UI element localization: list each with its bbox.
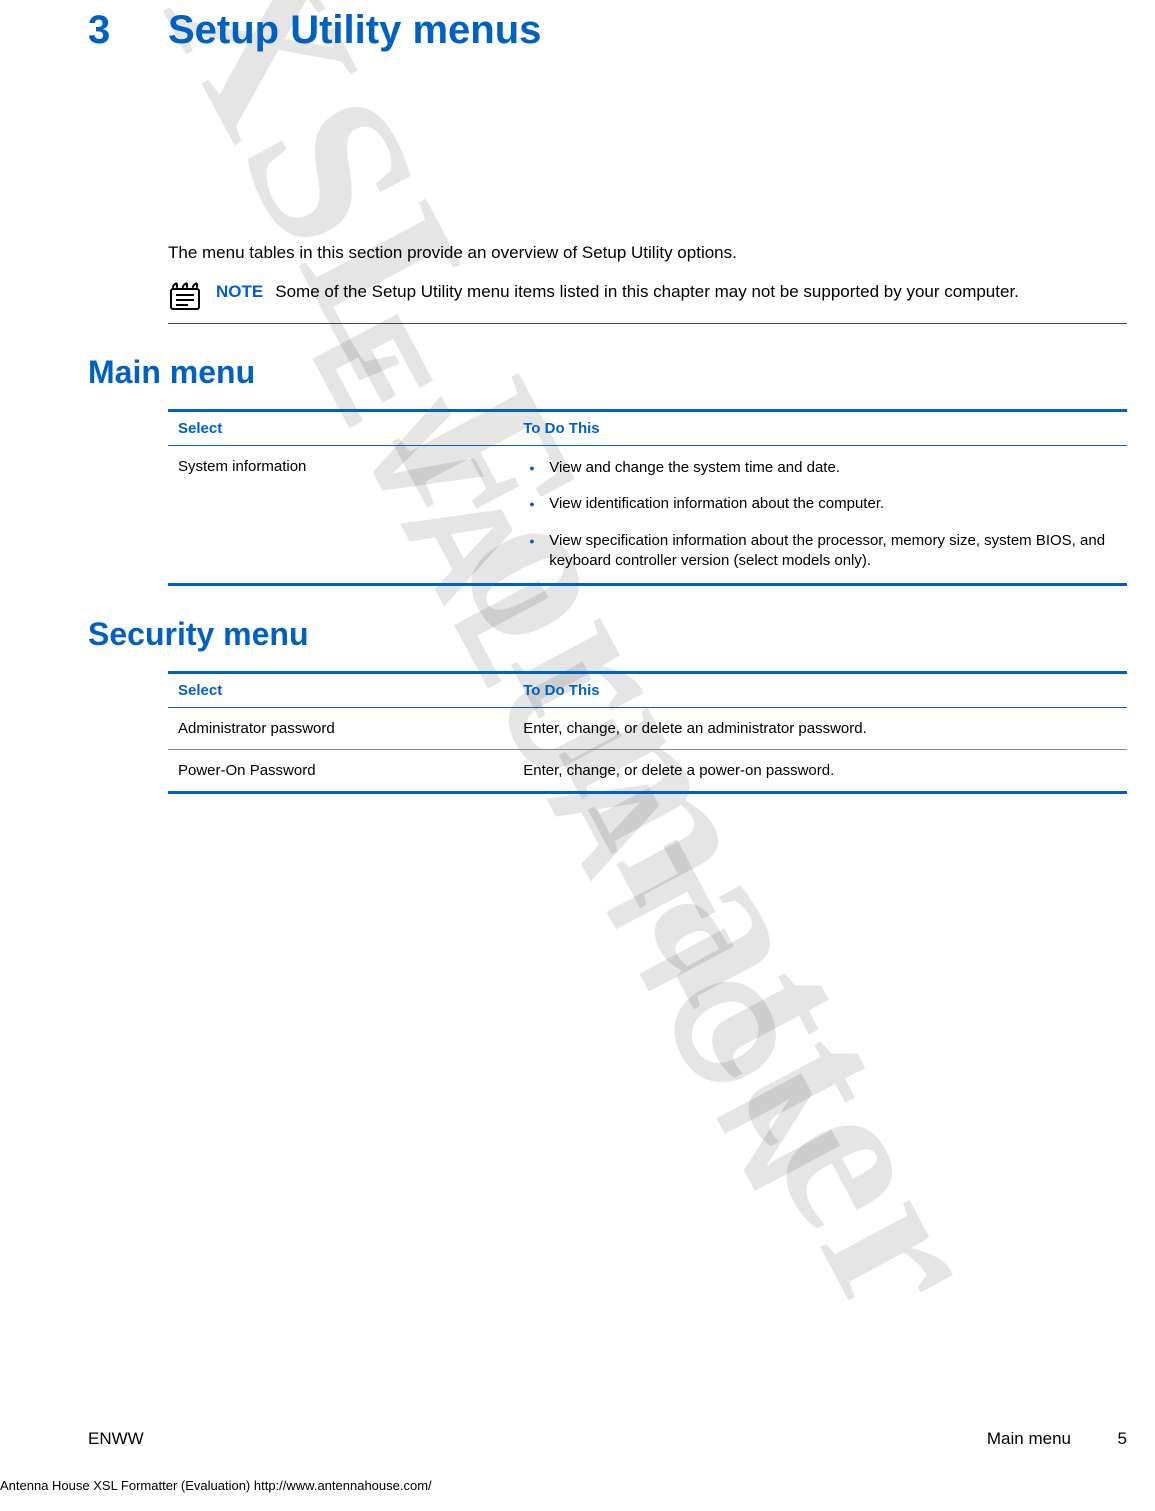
note-label: NOTE <box>216 282 263 301</box>
table-header-row: Select To Do This <box>168 411 1127 446</box>
col-todo: To Do This <box>513 673 1127 708</box>
section-heading-security-menu: Security menu <box>88 616 1155 653</box>
section-heading-main-menu: Main menu <box>88 354 1155 391</box>
cell-select: Power-On Password <box>168 750 513 793</box>
table-header-row: Select To Do This <box>168 673 1127 708</box>
cell-select: System information <box>168 446 513 585</box>
cell-todo: View and change the system time and date… <box>513 446 1127 585</box>
chapter-number: 3 <box>88 8 168 53</box>
main-menu-table: Select To Do This System information Vie… <box>168 409 1127 586</box>
table-row: System information View and change the s… <box>168 446 1127 585</box>
list-item: View specification information about the… <box>523 531 1117 572</box>
page-footer: ENWW Main menu 5 <box>88 1429 1127 1449</box>
note-body: Some of the Setup Utility menu items lis… <box>275 282 1019 301</box>
page: XSL Formatter EVALUATION 3Setup Utility … <box>0 0 1155 1511</box>
col-select: Select <box>168 673 513 708</box>
note-icon <box>168 281 202 311</box>
content: 3Setup Utility menus The menu tables in … <box>0 8 1155 794</box>
security-menu-table: Select To Do This Administrator password… <box>168 671 1127 794</box>
footer-section-label: Main menu <box>987 1429 1071 1449</box>
list-item: View and change the system time and date… <box>523 458 1117 478</box>
todo-list: View and change the system time and date… <box>523 458 1117 571</box>
note-text-container: NOTE Some of the Setup Utility menu items… <box>216 281 1019 304</box>
table-row: Power-On Password Enter, change, or dele… <box>168 750 1127 793</box>
table-row: Administrator password Enter, change, or… <box>168 708 1127 750</box>
chapter-name: Setup Utility menus <box>168 8 541 52</box>
footer-right: Main menu 5 <box>987 1429 1127 1449</box>
col-select: Select <box>168 411 513 446</box>
list-item: View identification information about th… <box>523 494 1117 514</box>
evaluation-footer: Antenna House XSL Formatter (Evaluation)… <box>0 1478 432 1493</box>
note-block: NOTE Some of the Setup Utility menu items… <box>168 281 1127 324</box>
col-todo: To Do This <box>513 411 1127 446</box>
cell-select: Administrator password <box>168 708 513 750</box>
cell-todo: Enter, change, or delete an administrato… <box>513 708 1127 750</box>
page-number: 5 <box>1111 1429 1127 1449</box>
intro-paragraph: The menu tables in this section provide … <box>168 243 1127 263</box>
cell-todo: Enter, change, or delete a power-on pass… <box>513 750 1127 793</box>
chapter-title: 3Setup Utility menus <box>88 8 1155 53</box>
footer-left: ENWW <box>88 1429 144 1449</box>
